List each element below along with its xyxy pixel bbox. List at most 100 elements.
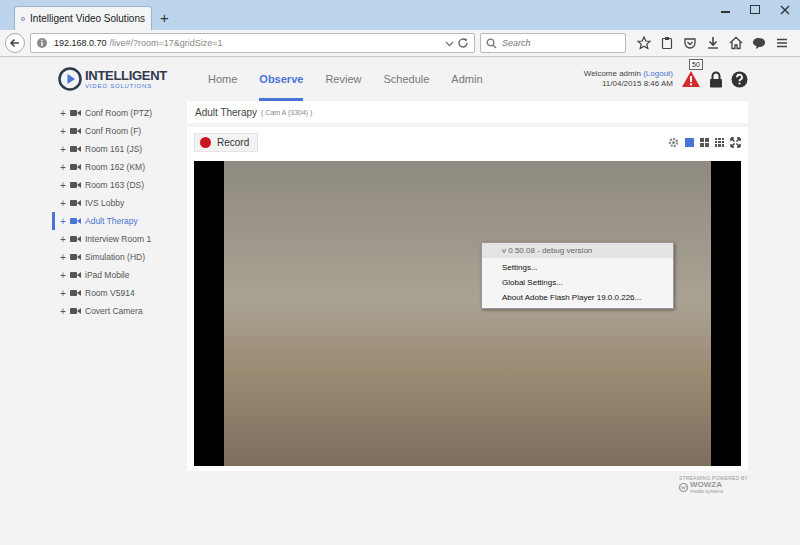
expand-toggle[interactable]: + — [60, 252, 66, 263]
video-toolbar: Record — [194, 130, 741, 154]
nav-item[interactable]: Schedule — [383, 57, 429, 101]
room-label: Room V5914 — [85, 288, 135, 298]
sidebar-item[interactable]: + Adult Therapy — [52, 212, 187, 230]
pocket-icon[interactable] — [683, 36, 697, 50]
chat-icon[interactable] — [752, 36, 766, 50]
camera-icon — [70, 127, 81, 135]
expand-toggle[interactable]: + — [60, 270, 66, 281]
context-menu-item[interactable]: Settings... — [482, 260, 673, 275]
layout-icon[interactable] — [700, 138, 709, 147]
alert-button[interactable]: 50 — [681, 70, 701, 88]
logo[interactable]: INTELLIGENTVIDEO SOLUTIONS — [58, 67, 168, 91]
bookmark-star-icon[interactable] — [637, 36, 651, 50]
nav-item[interactable]: Review — [325, 57, 361, 101]
camera-icon — [70, 163, 81, 171]
fullscreen-icon[interactable] — [730, 137, 741, 148]
help-icon[interactable] — [731, 71, 748, 88]
dropdown-arrow-icon[interactable] — [445, 39, 454, 48]
favicon-icon — [21, 13, 25, 25]
expand-toggle[interactable]: + — [60, 180, 66, 191]
address-path: /live#/?room=17&gridSize=1 — [110, 38, 223, 48]
nav-item[interactable]: Admin — [451, 57, 482, 101]
video-player[interactable]: v 0.50.08 - debug versionSettings...Glob… — [194, 161, 741, 466]
sidebar-item[interactable]: + Room 162 (KM) — [52, 158, 187, 176]
room-label: Interview Room 1 — [85, 234, 151, 244]
camera-icon — [70, 181, 81, 189]
expand-toggle[interactable]: + — [60, 162, 66, 173]
layout-icon[interactable] — [715, 138, 724, 147]
back-button[interactable] — [5, 33, 25, 53]
sidebar-item[interactable]: +iPad Mobile — [52, 266, 187, 284]
expand-toggle[interactable]: + — [60, 216, 66, 227]
expand-toggle[interactable]: + — [60, 198, 66, 209]
video-frame — [224, 161, 711, 466]
sidebar-item[interactable]: +Simulation (HD) — [52, 248, 187, 266]
record-button[interactable]: Record — [194, 133, 258, 152]
expand-toggle[interactable]: + — [60, 108, 66, 119]
minimize-button[interactable] — [710, 0, 740, 19]
expand-toggle[interactable]: + — [60, 288, 66, 299]
camera-icon — [70, 217, 81, 225]
panel-title: Adult Therapy( Cam A (3304) ) — [187, 101, 748, 123]
logo-tagline: VIDEO SOLUTIONS — [85, 83, 167, 89]
back-arrow-icon — [9, 37, 21, 49]
sidebar-item[interactable]: +Room 161 (JS) — [52, 140, 187, 158]
sidebar-item[interactable]: +IVS Lobby — [52, 194, 187, 212]
expand-toggle[interactable]: + — [60, 306, 66, 317]
layout-icon[interactable] — [685, 138, 694, 147]
nav-item[interactable]: Observe — [259, 57, 303, 101]
expand-toggle[interactable]: + — [60, 126, 66, 137]
expand-toggle[interactable]: + — [60, 234, 66, 245]
user-info: Welcome admin (Logout)11/04/2015 8:46 AM — [584, 69, 673, 90]
wowza-logo-icon — [679, 483, 688, 492]
room-label: Room 162 (KM) — [85, 162, 145, 172]
menu-icon[interactable] — [775, 36, 789, 50]
search-field[interactable]: Search — [480, 33, 626, 53]
sidebar-item[interactable]: + Conf Room (PTZ) — [52, 104, 187, 122]
context-menu-item[interactable]: About Adobe Flash Player 19.0.0.226... — [482, 290, 673, 305]
nav-item[interactable]: Home — [208, 57, 237, 101]
date-time: 11/04/2015 8:46 AM — [584, 79, 673, 89]
lock-icon[interactable] — [709, 71, 723, 88]
maximize-button[interactable] — [740, 0, 770, 19]
sidebar-item[interactable]: + Interview Room 1 — [52, 230, 187, 248]
close-button[interactable] — [770, 0, 800, 19]
browser-tab[interactable]: Intelligent Video Solutions — [14, 6, 152, 30]
title-bar: Intelligent Video Solutions+ — [0, 0, 800, 30]
warning-icon — [681, 70, 701, 88]
gear-icon[interactable] — [668, 137, 679, 148]
video-card: Record v 0.50.08 - debug versionSettings.… — [187, 127, 748, 471]
reload-icon[interactable] — [457, 37, 469, 49]
browser-window: Intelligent Video Solutions+192.168.0.70… — [0, 0, 800, 545]
new-tab-button[interactable]: + — [152, 9, 177, 30]
sidebar-item[interactable]: +Conf Room (F) — [52, 122, 187, 140]
logo-play-icon — [58, 67, 82, 91]
room-label: Conf Room (PTZ) — [85, 108, 152, 118]
context-menu-item[interactable]: Global Settings... — [482, 275, 673, 290]
logout-link[interactable]: (Logout) — [643, 69, 673, 78]
close-icon — [780, 5, 790, 15]
content-area: + Conf Room (PTZ) +Conf Room (F)+Room 161 … — [0, 101, 800, 545]
expand-toggle[interactable]: + — [60, 144, 66, 155]
clipboard-icon[interactable] — [660, 36, 674, 50]
window-controls — [710, 0, 800, 19]
wowza-brand: WOWZA — [690, 481, 723, 489]
room-label: Adult Therapy — [85, 216, 138, 226]
wowza-tagline: media systems — [690, 489, 723, 494]
alert-count-badge: 50 — [689, 59, 703, 70]
site-info-icon — [36, 37, 48, 49]
sidebar-item[interactable]: +Covert Camera — [52, 302, 187, 320]
download-icon[interactable] — [706, 36, 720, 50]
sidebar-item[interactable]: + Room V5914 — [52, 284, 187, 302]
room-sidebar: + Conf Room (PTZ) +Conf Room (F)+Room 161 … — [0, 101, 187, 545]
welcome-text: Welcome admin — [584, 69, 641, 78]
camera-subtitle: ( Cam A (3304) ) — [261, 109, 312, 116]
address-bar[interactable]: 192.168.0.70/live#/?room=17&gridSize=1 — [30, 33, 475, 53]
sidebar-item[interactable]: +Room 163 (DS) — [52, 176, 187, 194]
camera-icon — [70, 109, 81, 117]
camera-icon — [70, 199, 81, 207]
camera-icon — [70, 271, 81, 279]
home-icon[interactable] — [729, 36, 743, 50]
camera-icon — [70, 253, 81, 261]
navigation-bar: 192.168.0.70/live#/?room=17&gridSize=1Se… — [0, 30, 800, 57]
